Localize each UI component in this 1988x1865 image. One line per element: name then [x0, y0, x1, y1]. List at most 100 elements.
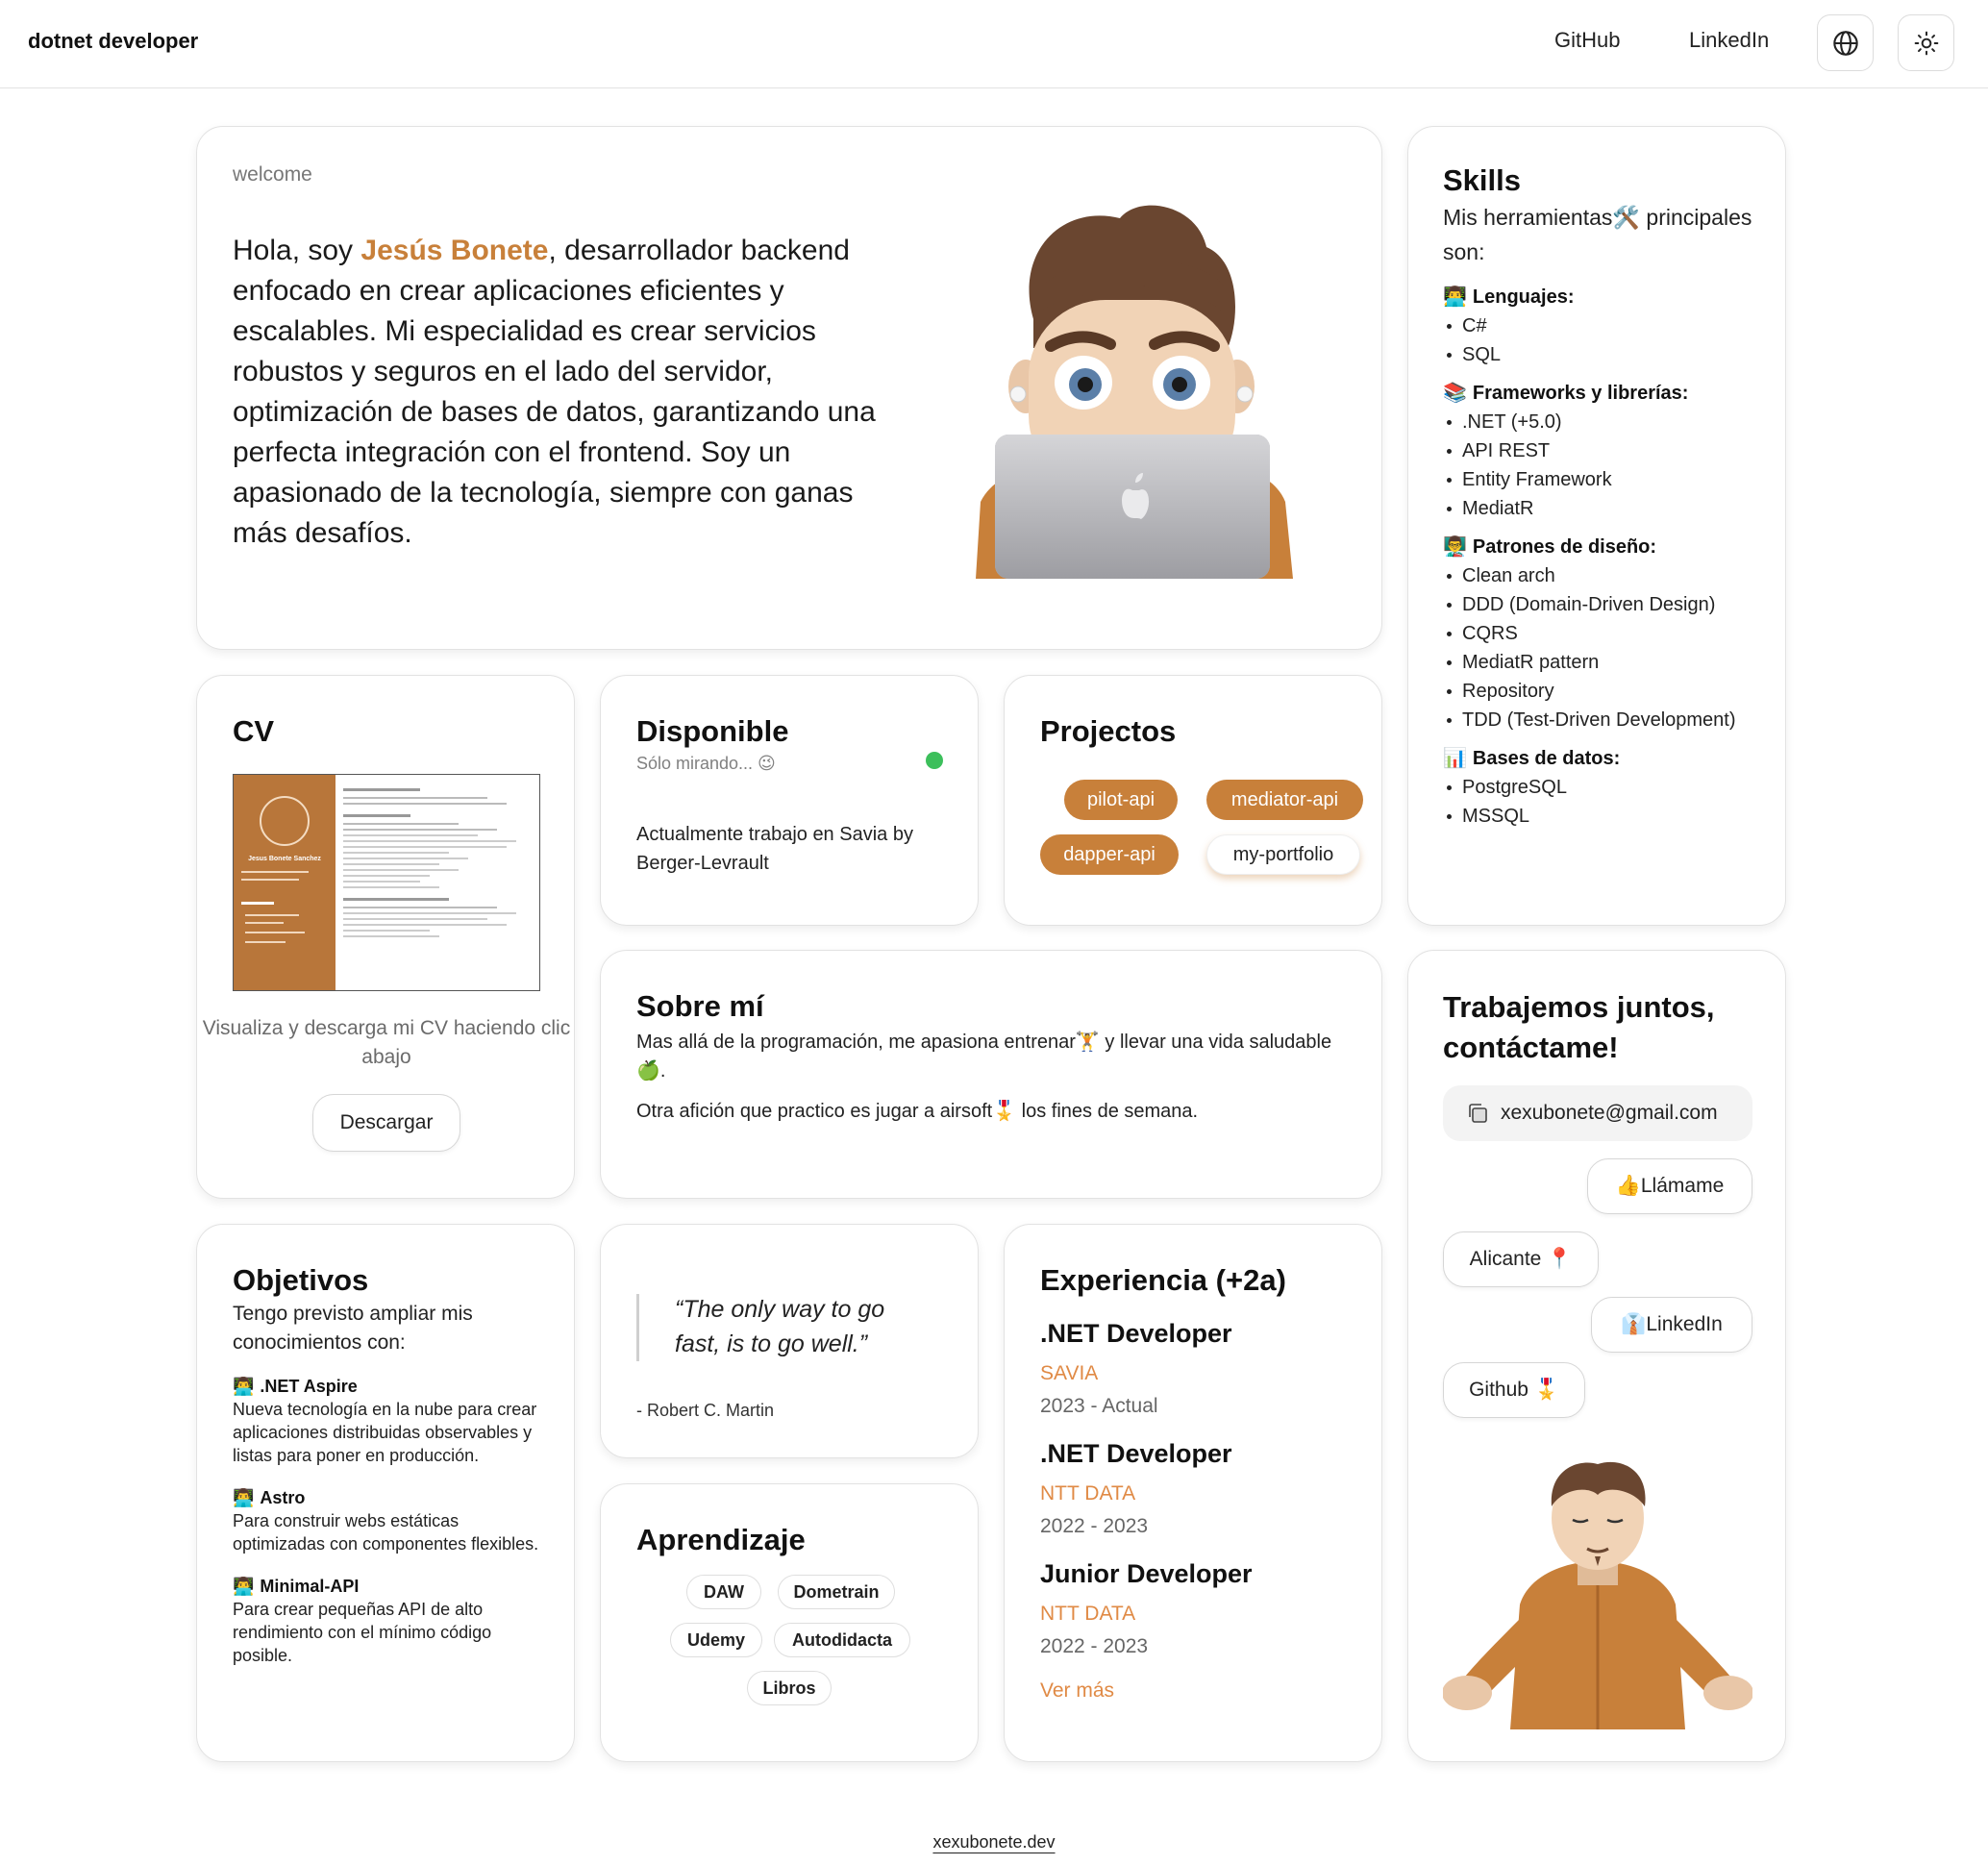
email-copy-button[interactable]: xexubonete@gmail.com	[1443, 1085, 1752, 1141]
learning-chip-udemy: Udemy	[670, 1623, 762, 1657]
skills-category-title: 📚 Frameworks y librerías:	[1443, 379, 1760, 408]
project-dapper-api[interactable]: dapper-api	[1040, 834, 1179, 875]
skills-category-label: Lenguajes:	[1472, 286, 1575, 308]
skill-item: Clean arch	[1443, 561, 1760, 590]
quote-text: “The only way to go fast, is to go well.…	[675, 1296, 885, 1357]
goal-description: Para construir webs estáticas optimizada…	[233, 1511, 539, 1554]
learning-chip-daw: DAW	[686, 1575, 761, 1609]
skill-item: API REST	[1443, 436, 1760, 465]
skill-item: Entity Framework	[1443, 465, 1760, 494]
github-contact-button[interactable]: Github 🎖️	[1443, 1362, 1585, 1418]
learning-card: Aprendizaje DAW Dometrain Udemy Autodida…	[600, 1483, 979, 1762]
about-paragraph-2: Otra afición que practico es jugar a air…	[636, 1101, 1199, 1122]
footer-site-link[interactable]: xexubonete.dev	[932, 1832, 1055, 1852]
goal-label: Astro	[260, 1488, 306, 1507]
job-company: SAVIA	[1040, 1362, 1099, 1384]
goals-card: Objetivos Tengo previsto ampliar mis con…	[196, 1224, 575, 1762]
quote-bar	[636, 1294, 639, 1361]
job-role: .NET Developer	[1040, 1439, 1232, 1468]
skill-item: MediatR	[1443, 494, 1760, 523]
skills-category-title: 👨‍🏫 Patrones de diseño:	[1443, 533, 1760, 561]
skill-item: CQRS	[1443, 619, 1760, 648]
sun-icon	[1914, 31, 1938, 55]
goal-emoji: 👨‍💻	[233, 1488, 255, 1507]
skill-item: MSSQL	[1443, 802, 1760, 831]
top-navbar: dotnet developer GitHub LinkedIn	[0, 0, 1988, 88]
meditating-avatar-image	[1443, 1461, 1752, 1729]
skills-category-emoji: 📚	[1443, 383, 1467, 404]
quote-card: “The only way to go fast, is to go well.…	[600, 1224, 979, 1458]
nav-link-github[interactable]: GitHub	[1554, 28, 1620, 53]
skills-category-title: 👨‍💻 Lenguajes:	[1443, 283, 1760, 311]
projects-title: Projectos	[1040, 714, 1177, 748]
learning-title: Aprendizaje	[636, 1523, 806, 1556]
cv-preview-lines	[343, 788, 532, 941]
location-button[interactable]: Alicante 📍	[1443, 1231, 1599, 1287]
copy-icon	[1469, 1104, 1487, 1123]
globe-icon	[1832, 30, 1858, 56]
current-job-text: Actualmente trabajo en Savia by Berger-L…	[636, 824, 913, 874]
welcome-label: welcome	[233, 163, 312, 186]
availability-title: Disponible	[636, 714, 789, 748]
goal-label: .NET Aspire	[260, 1377, 358, 1396]
skills-category-emoji: 👨‍💻	[1443, 286, 1467, 308]
cv-preview-name: Jesus Bonete Sanchez	[248, 856, 321, 862]
see-more-link[interactable]: Ver más	[1040, 1679, 1357, 1703]
contact-card: Trabajemos juntos, contáctame! xexubonet…	[1407, 950, 1786, 1762]
goals-title: Objetivos	[233, 1263, 369, 1297]
skills-category-label: Patrones de diseño:	[1472, 536, 1657, 558]
quote-author: - Robert C. Martin	[636, 1401, 775, 1420]
nav-link-linkedin[interactable]: LinkedIn	[1689, 28, 1769, 53]
skills-title: Skills	[1443, 163, 1521, 197]
cv-preview-sidebar: Jesus Bonete Sanchez	[234, 775, 335, 990]
download-cv-button[interactable]: Descargar	[312, 1094, 460, 1152]
skill-item: SQL	[1443, 340, 1760, 369]
about-paragraph-1: Mas allá de la programación, me apasiona…	[636, 1032, 1332, 1082]
skills-subtitle: Mis herramientas🛠️ principales son:	[1443, 205, 1752, 264]
learning-chip-dometrain: Dometrain	[778, 1575, 895, 1609]
job-role: .NET Developer	[1040, 1319, 1232, 1348]
language-button[interactable]	[1817, 14, 1874, 71]
project-pilot-api[interactable]: pilot-api	[1064, 780, 1178, 820]
brand-title[interactable]: dotnet developer	[28, 29, 198, 54]
skill-item: TDD (Test-Driven Development)	[1443, 706, 1760, 734]
project-mediator-api[interactable]: mediator-api	[1206, 780, 1363, 820]
goal-emoji: 👨‍💻	[233, 1377, 255, 1396]
availability-status: Sólo mirando... 😉	[636, 754, 776, 773]
projects-card: Projectos pilot-api mediator-api dapper-…	[1004, 675, 1382, 926]
skills-list: Clean arch DDD (Domain-Driven Design) CQRS…	[1443, 561, 1760, 734]
skills-card: Skills Mis herramientas🛠️ principales so…	[1407, 126, 1786, 926]
skill-item: .NET (+5.0)	[1443, 408, 1760, 436]
project-my-portfolio[interactable]: my-portfolio	[1206, 834, 1360, 875]
cv-caption: Visualiza y descarga mi CV haciendo clic…	[202, 1017, 571, 1068]
skills-category-title: 📊 Bases de datos:	[1443, 744, 1760, 773]
goal-title: 👨‍💻 .NET Aspire	[233, 1375, 540, 1398]
goal-title: 👨‍💻 Minimal-API	[233, 1575, 540, 1598]
skill-item: PostgreSQL	[1443, 773, 1760, 802]
cv-card: CV Jesus Bonete Sanchez Visualiza y desc…	[196, 675, 575, 1199]
goal-description: Para crear pequeñas API de alto rendimie…	[233, 1600, 492, 1665]
experience-title: Experiencia (+2a)	[1040, 1263, 1286, 1297]
theme-toggle-button[interactable]	[1898, 14, 1954, 71]
skill-item: Repository	[1443, 677, 1760, 706]
learning-chip-autodidacta: Autodidacta	[774, 1623, 910, 1657]
goal-description: Nueva tecnología en la nube para crear a…	[233, 1400, 537, 1465]
contact-title: Trabajemos juntos, contáctame!	[1443, 990, 1715, 1064]
availability-card: Disponible Sólo mirando... 😉 Actualmente…	[600, 675, 979, 926]
skill-item: C#	[1443, 311, 1760, 340]
email-address: xexubonete@gmail.com	[1501, 1102, 1718, 1124]
laptop-avatar-image	[976, 205, 1293, 579]
job-dates: 2023 - Actual	[1040, 1395, 1158, 1417]
goal-label: Minimal-API	[260, 1577, 360, 1596]
author-name: Jesús Bonete	[360, 235, 549, 266]
learning-chip-libros: Libros	[747, 1671, 832, 1705]
call-button[interactable]: 👍Llámame	[1587, 1158, 1752, 1214]
cv-title: CV	[233, 714, 275, 748]
linkedin-contact-button[interactable]: 👔LinkedIn	[1591, 1297, 1752, 1353]
intro-text: Hola, soy Jesús Bonete, desarrollador ba…	[233, 235, 876, 549]
goals-subtitle: Tengo previsto ampliar mis conocimientos…	[233, 1303, 473, 1354]
about-card: Sobre mí Mas allá de la programación, me…	[600, 950, 1382, 1199]
cv-preview-image[interactable]: Jesus Bonete Sanchez	[233, 774, 540, 991]
goal-title: 👨‍💻 Astro	[233, 1486, 540, 1509]
skills-category-emoji: 👨‍🏫	[1443, 536, 1467, 558]
